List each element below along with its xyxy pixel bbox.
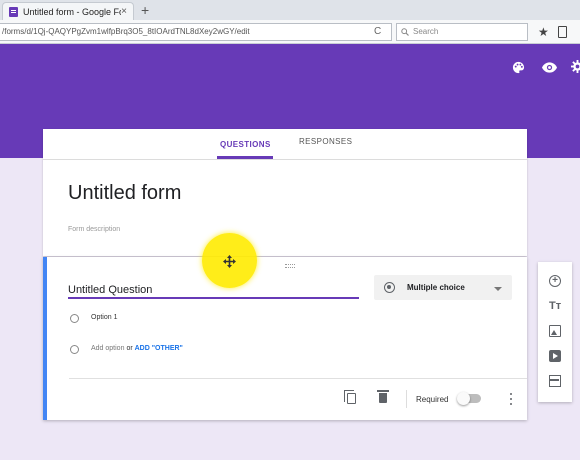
add-question-icon[interactable]: + [549, 275, 561, 287]
dropdown-arrow-icon [494, 287, 502, 291]
question-title-input[interactable]: Untitled Question [68, 284, 152, 296]
address-bar[interactable]: /forms/d/1Qj-QAQYPgZvm1wlfpBrq3O5_8tIOAr… [0, 23, 392, 41]
eye-icon[interactable] [542, 62, 557, 73]
footer-separator [406, 390, 407, 408]
option-radio-icon [70, 314, 79, 323]
question-title-underline [68, 297, 359, 299]
add-option-row: Add option or ADD "OTHER" [91, 345, 183, 352]
more-options-icon[interactable] [510, 393, 513, 405]
search-icon [401, 28, 409, 36]
search-placeholder: Search [413, 27, 439, 36]
browser-tab[interactable]: Untitled form - Google For... × [2, 2, 134, 20]
forms-favicon-icon [9, 6, 18, 17]
form-title-card: Untitled form Form description [43, 160, 527, 256]
tab-title: Untitled form - Google For... [23, 6, 121, 17]
drag-handle-icon[interactable] [285, 263, 297, 269]
form-description-field[interactable]: Form description [68, 226, 120, 233]
bookmark-star-icon[interactable]: ★ [538, 23, 549, 41]
side-toolbar: + Tт [538, 262, 572, 402]
delete-icon[interactable] [377, 390, 389, 403]
add-title-icon[interactable]: Tт [549, 300, 561, 312]
form-title[interactable]: Untitled form [68, 182, 181, 205]
required-toggle[interactable] [457, 392, 481, 405]
add-option-link[interactable]: Add option [91, 345, 124, 352]
palette-icon[interactable] [512, 61, 525, 74]
form-tabs: QUESTIONS RESPONSES [43, 129, 527, 160]
gear-icon[interactable] [571, 60, 580, 73]
tab-close-icon[interactable]: × [121, 6, 127, 17]
clipboard-icon[interactable] [558, 26, 567, 38]
reload-icon[interactable]: C [374, 23, 381, 41]
question-type-dropdown[interactable]: Multiple choice [374, 275, 512, 300]
duplicate-icon[interactable] [344, 390, 356, 404]
active-tab-indicator [217, 156, 273, 159]
add-other-link[interactable]: ADD "OTHER" [135, 345, 183, 352]
add-option-radio-icon [70, 345, 79, 354]
browser-search-input[interactable]: Search [396, 23, 528, 41]
or-label: or [126, 345, 133, 352]
required-label: Required [416, 395, 449, 404]
add-section-icon[interactable] [549, 375, 561, 387]
browser-tabstrip: Untitled form - Google For... × + [0, 0, 580, 20]
tab-questions[interactable]: QUESTIONS [220, 140, 271, 149]
tab-responses[interactable]: RESPONSES [299, 137, 352, 146]
add-video-icon[interactable] [549, 350, 561, 362]
question-footer-divider [69, 378, 527, 379]
question-type-label: Multiple choice [407, 283, 465, 292]
option-1-field[interactable]: Option 1 [91, 314, 117, 321]
move-cursor-icon [223, 255, 236, 268]
question-card[interactable]: Untitled Question Multiple choice Option… [43, 257, 527, 420]
new-tab-button[interactable]: + [141, 1, 149, 19]
add-image-icon[interactable] [549, 325, 561, 337]
browser-navbar: /forms/d/1Qj-QAQYPgZvm1wlfpBrq3O5_8tIOAr… [0, 20, 580, 44]
radio-button-icon [384, 282, 395, 293]
